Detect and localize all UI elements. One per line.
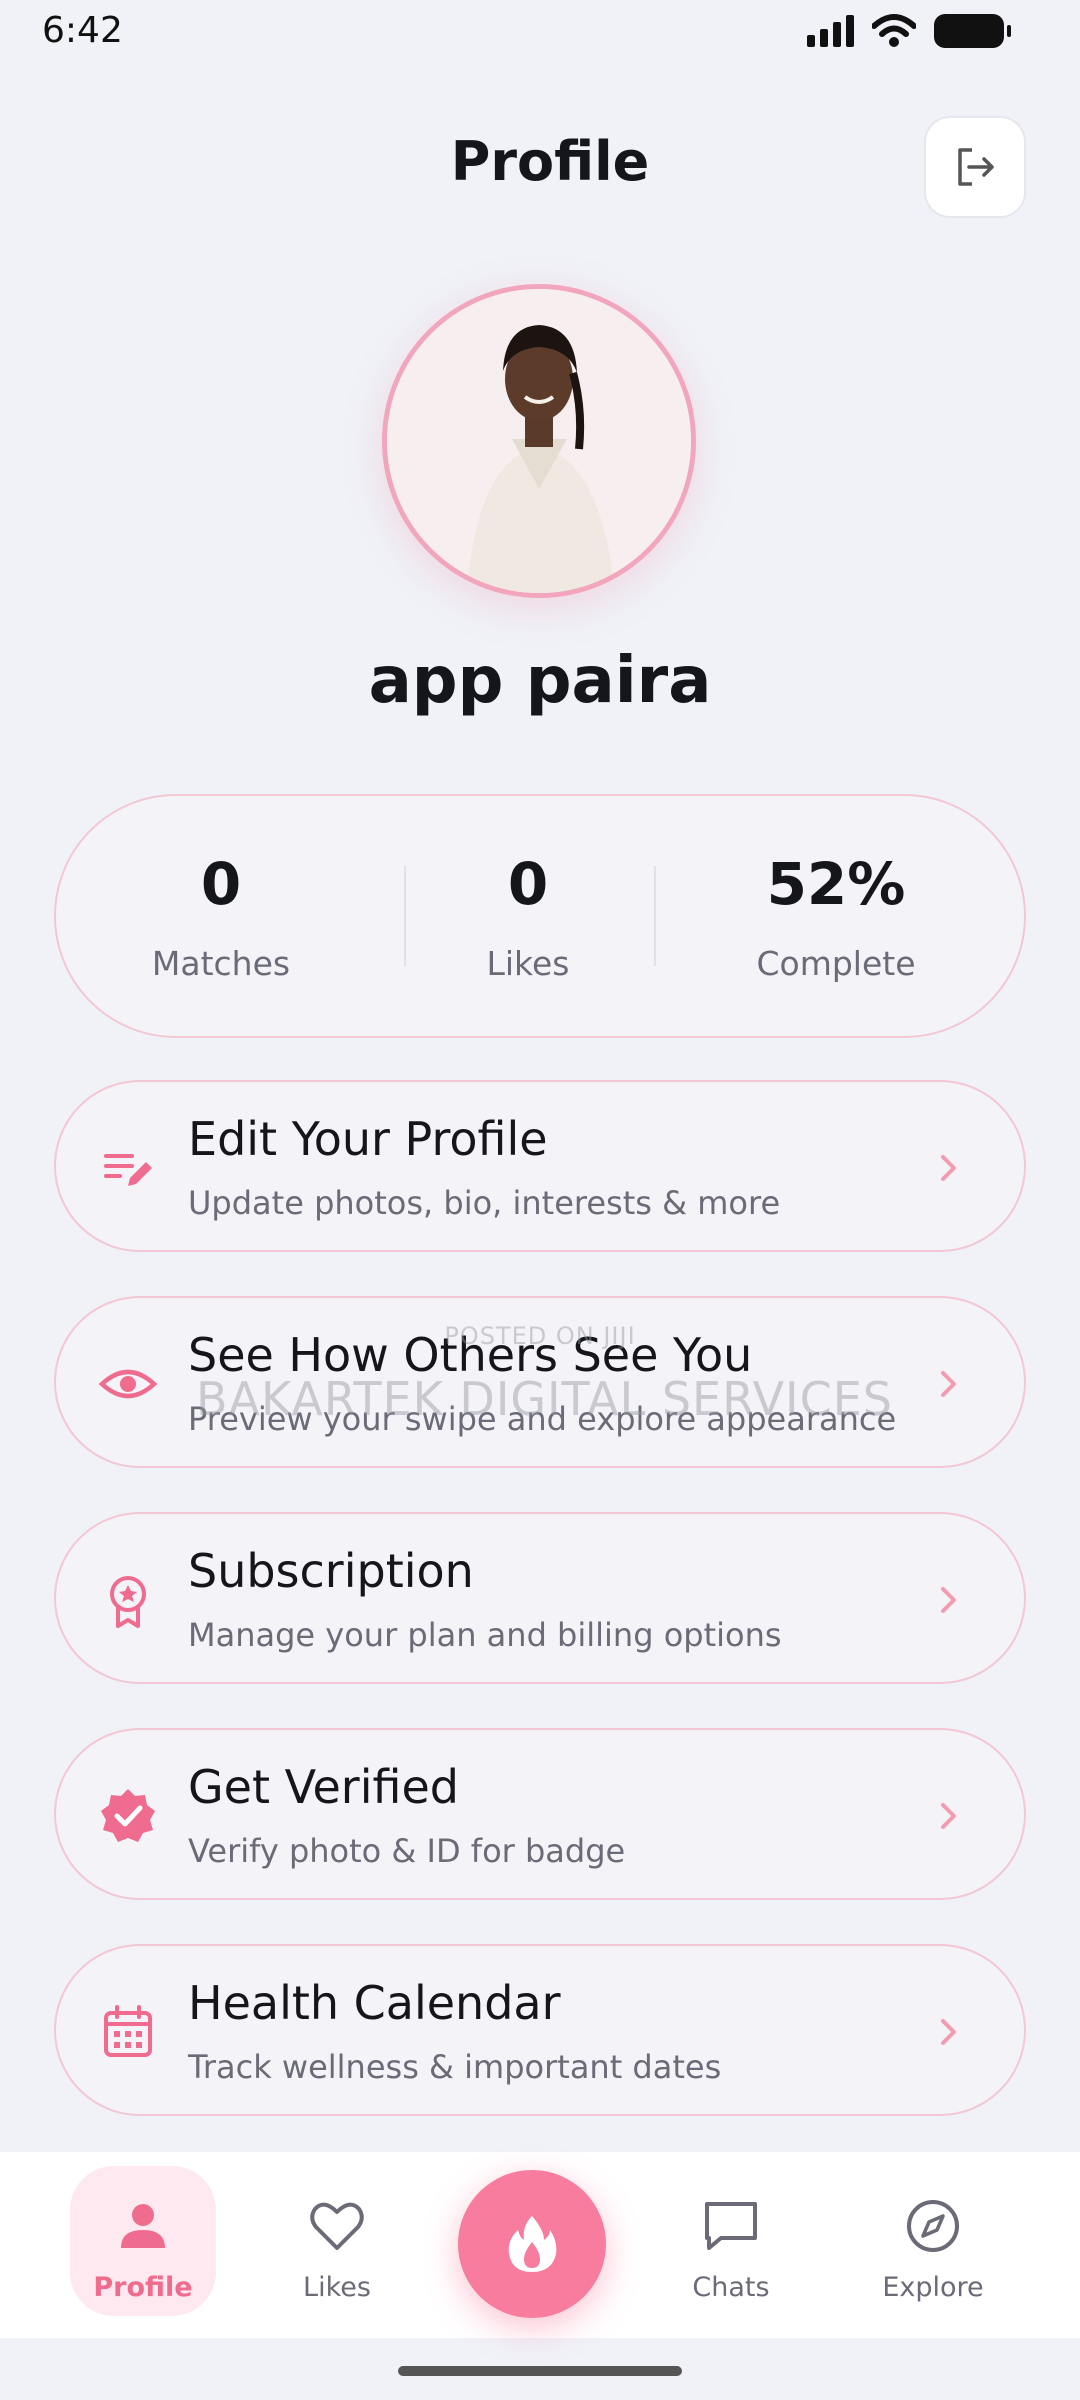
stat-label: Likes — [486, 944, 570, 983]
menu-title: Health Calendar — [188, 1976, 561, 2030]
page-title: Profile — [450, 130, 650, 193]
menu-subtitle: Update photos, bio, interests & more — [188, 1184, 781, 1222]
status-bar: 6:42 — [0, 0, 1080, 66]
logout-button[interactable] — [924, 116, 1026, 218]
nav-item-explore[interactable]: Explore — [862, 2166, 1004, 2316]
stat-complete[interactable]: 52% Complete — [696, 796, 976, 1040]
menu-subtitle: Verify photo & ID for badge — [188, 1832, 626, 1870]
menu-item-edit-profile[interactable]: Edit Your Profile Update photos, bio, in… — [54, 1080, 1026, 1252]
stat-likes[interactable]: 0 Likes — [418, 796, 638, 1040]
menu-title: Subscription — [188, 1544, 474, 1598]
menu-item-get-verified[interactable]: Get Verified Verify photo & ID for badge — [54, 1728, 1026, 1900]
chevron-right-icon — [941, 1587, 956, 1613]
menu-item-subscription[interactable]: Subscription Manage your plan and billin… — [54, 1512, 1026, 1684]
stats-card: 0 Matches 0 Likes 52% Complete — [54, 794, 1026, 1038]
chevron-right-icon — [941, 1803, 956, 1829]
user-name: app paira — [368, 644, 712, 718]
chevron-right-icon — [941, 1155, 956, 1181]
stat-label: Complete — [756, 944, 916, 983]
stat-divider — [654, 866, 656, 966]
menu-subtitle: Manage your plan and billing options — [188, 1616, 782, 1654]
status-time: 6:42 — [42, 10, 123, 51]
swipe-fab-button[interactable] — [458, 2170, 606, 2318]
nav-label: Likes — [303, 2272, 371, 2303]
nav-item-profile[interactable]: Profile — [70, 2166, 216, 2316]
chat-icon — [705, 2202, 757, 2250]
avatar[interactable] — [382, 284, 696, 598]
menu-item-health-calendar[interactable]: Health Calendar Track wellness & importa… — [54, 1944, 1026, 2116]
stat-matches[interactable]: 0 Matches — [96, 796, 346, 1040]
logout-icon — [958, 148, 994, 186]
menu-title: Edit Your Profile — [188, 1112, 548, 1166]
home-indicator[interactable] — [398, 2366, 682, 2376]
flame-icon — [508, 2216, 557, 2272]
stat-value: 0 — [200, 850, 242, 918]
compass-icon — [907, 2200, 959, 2252]
nav-label: Explore — [882, 2272, 984, 2303]
user-avatar-photo — [387, 289, 691, 593]
profile-screen: 6:42 Profile app paira 0 Matches 0 Likes… — [0, 0, 1080, 2400]
wifi-icon — [872, 14, 916, 47]
verified-icon — [101, 1789, 155, 1842]
badge-icon — [110, 1576, 146, 1628]
nav-label: Chats — [692, 2272, 770, 2303]
stat-divider — [404, 866, 406, 966]
nav-item-likes[interactable]: Likes — [266, 2166, 408, 2316]
status-icons — [807, 14, 1011, 48]
edit-notes-icon — [104, 1154, 152, 1186]
chevron-right-icon — [941, 2019, 956, 2045]
stat-label: Matches — [151, 944, 291, 983]
nav-label: Profile — [93, 2272, 193, 2303]
menu-subtitle: Track wellness & important dates — [188, 2048, 722, 2086]
nav-item-chats[interactable]: Chats — [660, 2166, 802, 2316]
watermark-big: BAKARTEK DIGITAL SERVICES — [196, 1372, 893, 1426]
battery-icon — [934, 14, 1011, 48]
calendar-icon — [104, 2005, 152, 2057]
eye-icon — [98, 1369, 158, 1399]
watermark-small: POSTED ON JIJI — [444, 1322, 636, 1350]
cellular-signal-icon — [807, 15, 854, 47]
person-icon — [121, 2204, 165, 2248]
menu-title: Get Verified — [188, 1760, 459, 1814]
stat-value: 52% — [766, 850, 906, 918]
chevron-right-icon — [941, 1371, 956, 1397]
stat-value: 0 — [507, 850, 549, 918]
heart-icon — [310, 2202, 364, 2250]
